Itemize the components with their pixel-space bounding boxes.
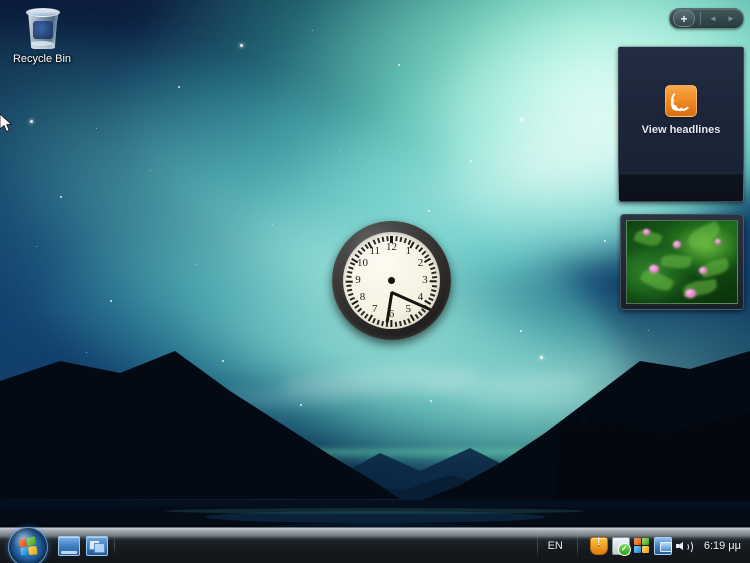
feed-gadget-body[interactable]: View headlines <box>619 47 743 173</box>
switch-windows-icon[interactable] <box>86 536 108 556</box>
clock-center-cap <box>388 277 395 284</box>
picture-slideshow-icon <box>626 220 738 304</box>
desktop-icon-recycle-bin[interactable]: Recycle Bin <box>8 6 76 66</box>
taskbar[interactable]: EN ✓ <box>0 527 750 563</box>
mouse-cursor <box>0 114 13 133</box>
next-gadget-button[interactable]: ► <box>722 11 740 26</box>
clock-numeral: 1 <box>405 244 412 257</box>
windows-logo-icon <box>19 536 39 556</box>
sidebar-header-toolbar[interactable]: + ◄ ► <box>669 8 744 29</box>
rss-feed-icon <box>665 84 697 117</box>
security-center-ok-icon[interactable]: ✓ <box>611 536 631 556</box>
taskbar-clock[interactable]: 6:19 μμ <box>699 540 750 552</box>
add-gadget-button[interactable]: + <box>673 10 695 27</box>
network-connection-icon[interactable] <box>653 536 672 555</box>
volume-speaker-icon[interactable] <box>675 538 693 554</box>
toolbar-divider <box>700 12 701 25</box>
desktop[interactable]: Recycle Bin + ◄ ► View headlines 12 1 2 … <box>0 0 750 563</box>
gadget-slideshow[interactable] <box>620 214 744 310</box>
windows-sidebar[interactable]: + ◄ ► View headlines <box>610 0 750 528</box>
language-indicator[interactable]: EN <box>538 540 577 552</box>
gadget-feed-headlines[interactable]: View headlines <box>618 46 744 202</box>
clock-numeral: 3 <box>422 274 428 286</box>
tray-icon-group[interactable]: ✓ <box>578 536 699 556</box>
windows-update-icon[interactable] <box>633 537 650 554</box>
previous-gadget-button[interactable]: ◄ <box>704 11 722 26</box>
clock-numeral: 10 <box>356 257 368 270</box>
feed-gadget-footer <box>619 173 743 201</box>
quick-launch-bar[interactable] <box>58 535 115 556</box>
show-desktop-icon[interactable] <box>58 536 80 556</box>
clock-numeral: 8 <box>359 290 366 303</box>
clock-numeral: 5 <box>405 303 412 315</box>
clock-numeral: 2 <box>417 257 424 270</box>
quicklaunch-divider <box>114 535 115 555</box>
desktop-icon-label: Recycle Bin <box>12 53 72 65</box>
gadget-analog-clock[interactable]: 12 1 2 3 4 5 6 7 8 9 10 11 <box>332 221 451 340</box>
clock-face: 12 1 2 3 4 5 6 7 8 9 10 11 <box>343 232 440 329</box>
system-tray[interactable]: EN ✓ <box>536 528 750 563</box>
start-button[interactable] <box>8 527 48 563</box>
clock-numeral: 9 <box>355 274 361 286</box>
clock-numeral: 12 <box>386 240 397 253</box>
clock-numeral: 11 <box>369 244 381 257</box>
clock-numeral: 7 <box>372 303 378 315</box>
security-alert-shield-icon[interactable] <box>589 536 608 555</box>
view-headlines-label[interactable]: View headlines <box>642 124 721 136</box>
recycle-bin-icon <box>20 6 64 50</box>
